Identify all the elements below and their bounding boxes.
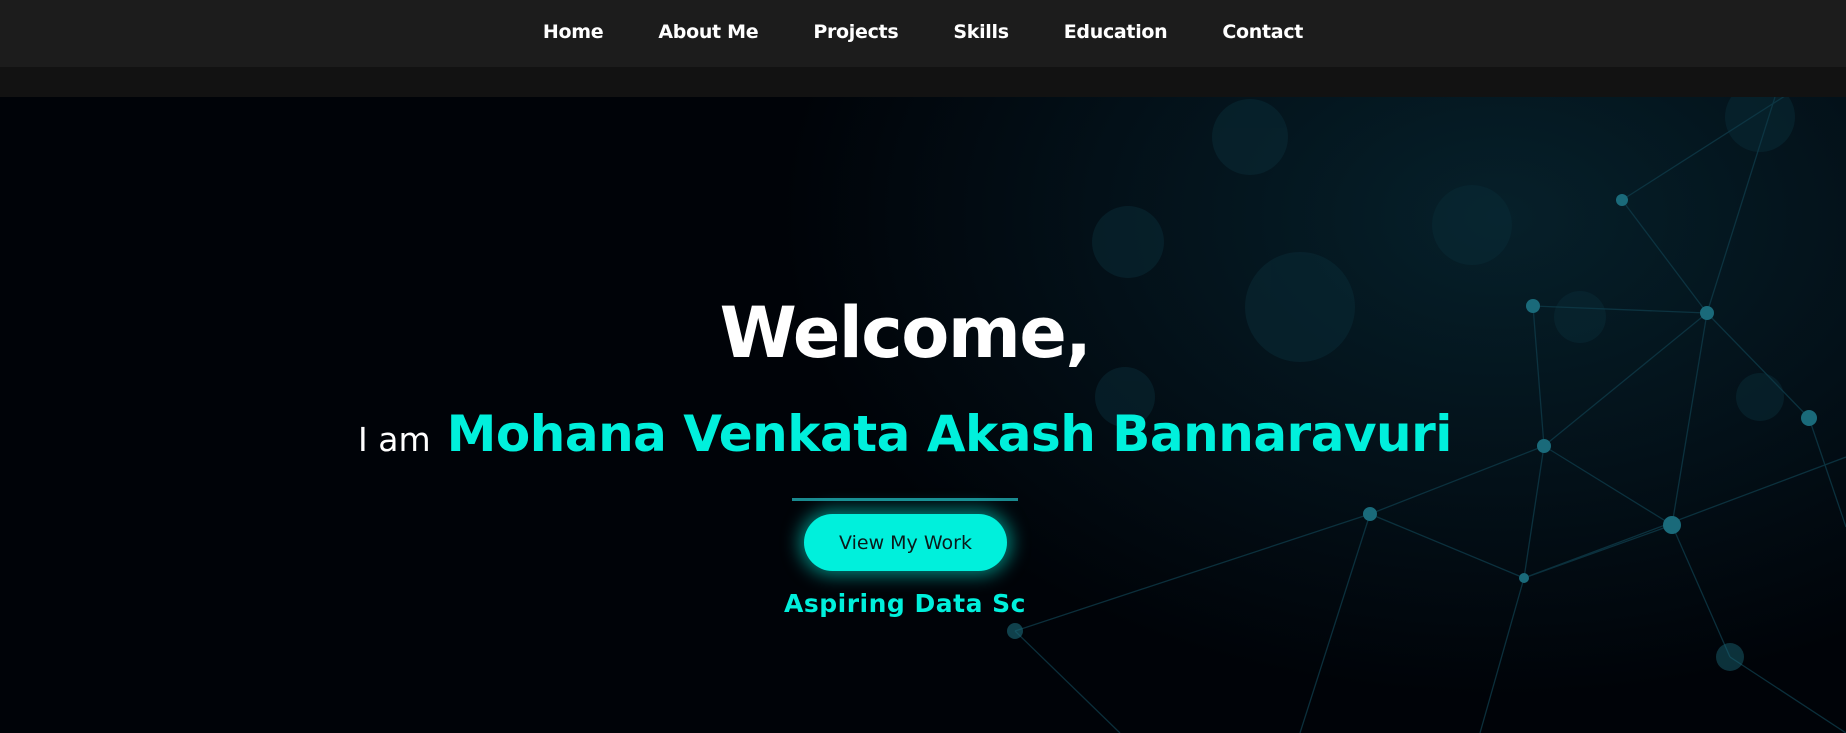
intro-prefix: I am [358, 420, 431, 459]
view-my-work-button[interactable]: View My Work [804, 514, 1007, 571]
nav-link-projects[interactable]: Projects [813, 21, 898, 43]
nav-links: Home About Me Projects Skills Education … [543, 21, 1303, 43]
welcome-heading: Welcome, [719, 292, 1092, 374]
hero-content: Welcome, I am Mohana Venkata Akash Banna… [0, 97, 1846, 733]
nav-link-education[interactable]: Education [1064, 21, 1168, 43]
person-name: Mohana Venkata Akash Bannaravuri [446, 405, 1453, 463]
nav-link-home[interactable]: Home [543, 21, 604, 43]
intro-line: I am Mohana Venkata Akash Bannaravuri [0, 405, 1810, 463]
hero-section: Welcome, I am Mohana Venkata Akash Banna… [0, 97, 1846, 733]
top-navbar: Home About Me Projects Skills Education … [0, 0, 1846, 67]
heading-divider [792, 498, 1018, 501]
nav-link-skills[interactable]: Skills [953, 21, 1009, 43]
nav-bottom-strip [0, 67, 1846, 97]
nav-link-contact[interactable]: Contact [1222, 21, 1303, 43]
typing-subtitle: Aspiring Data Sc [784, 589, 1026, 618]
nav-link-about-me[interactable]: About Me [658, 21, 758, 43]
